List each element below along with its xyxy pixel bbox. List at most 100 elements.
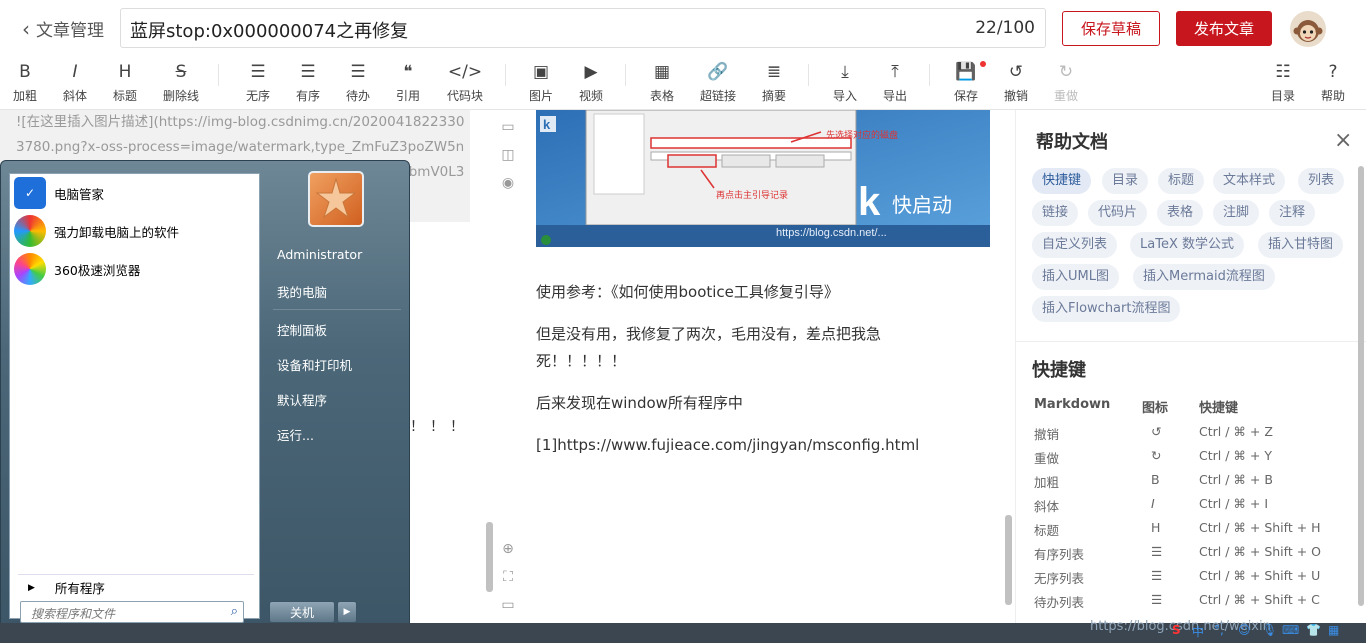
italic-button[interactable]: I 斜体 bbox=[50, 61, 100, 104]
toc-button[interactable]: ☷ 目录 bbox=[1258, 61, 1308, 104]
start-link-devices[interactable]: 设备和打印机 bbox=[277, 355, 352, 374]
help-button[interactable]: ? 帮助 bbox=[1308, 61, 1358, 104]
link-button[interactable]: 🔗 超链接 bbox=[693, 61, 743, 104]
header: ‹ 文章管理 蓝屏stop:0x000000074之再修复 22/100 保存草… bbox=[0, 0, 1366, 56]
todo-list-button[interactable]: ☰ 待办 bbox=[333, 61, 383, 104]
video-icon: ▶ bbox=[584, 62, 598, 82]
punctuation-icon[interactable]: °, bbox=[1214, 623, 1224, 637]
help-tag[interactable]: 标题 bbox=[1158, 168, 1205, 194]
close-icon[interactable]: × bbox=[1334, 128, 1352, 153]
present-icon[interactable]: ▭ bbox=[499, 596, 517, 614]
fullscreen-icon[interactable]: ⛶ bbox=[499, 568, 517, 586]
program-item[interactable]: ✓ 电脑管家 bbox=[14, 176, 104, 210]
unordered-list-button[interactable]: ☰ 无序 bbox=[233, 61, 283, 104]
sogou-ime-icon[interactable]: S bbox=[1172, 623, 1181, 637]
back-button[interactable]: ‹ 文章管理 bbox=[22, 16, 104, 42]
todo-list-icon: ☰ bbox=[350, 62, 366, 82]
start-link-computer[interactable]: 我的电脑 bbox=[277, 282, 327, 301]
link-icon: 🔗 bbox=[707, 62, 729, 82]
help-tag[interactable]: 链接 bbox=[1032, 200, 1079, 226]
export-button[interactable]: ⤒ 导出 bbox=[870, 61, 920, 104]
markdown-text-tail: ！！！ bbox=[410, 419, 470, 435]
toolbar-divider bbox=[625, 64, 626, 86]
edit-only-icon[interactable]: ▭ bbox=[499, 118, 517, 136]
code-block-button[interactable]: </> 代码块 bbox=[440, 61, 490, 104]
help-tag[interactable]: 快捷键 bbox=[1032, 168, 1092, 194]
column-header: 快捷键 bbox=[1199, 401, 1239, 416]
redo-button[interactable]: ↻ 重做 bbox=[1041, 61, 1091, 104]
import-button[interactable]: ⤓ 导入 bbox=[820, 61, 870, 104]
search-icon[interactable]: ⌕ bbox=[231, 604, 238, 619]
heading-button[interactable]: H 标题 bbox=[100, 61, 150, 104]
strikethrough-button[interactable]: S 删除线 bbox=[156, 61, 206, 104]
editor-scrollbar[interactable] bbox=[486, 522, 493, 592]
image-button[interactable]: ▣ 图片 bbox=[516, 61, 566, 104]
svg-text:k: k bbox=[858, 180, 881, 224]
start-menu: ✓ 电脑管家 强力卸载电脑上的软件 360极速浏览器 ▶ 所有程序 搜索程序和文… bbox=[0, 160, 410, 643]
emoji-icon[interactable]: ☺ bbox=[1238, 623, 1251, 637]
strikethrough-icon: S bbox=[175, 62, 187, 82]
tools-icon[interactable]: ▦ bbox=[1328, 623, 1339, 637]
summary-button[interactable]: ≣ 摘要 bbox=[749, 61, 799, 104]
help-tag[interactable]: 注脚 bbox=[1213, 200, 1260, 226]
save-button[interactable]: 💾 保存 bbox=[941, 61, 991, 104]
shortcut-row: 撤销 ↺ Ctrl / ⌘ + Z bbox=[1034, 424, 1273, 442]
help-tag[interactable]: 插入UML图 bbox=[1032, 264, 1119, 290]
microphone-icon[interactable]: 🎙 bbox=[1262, 623, 1277, 637]
image-icon: ▣ bbox=[532, 62, 550, 82]
help-tag[interactable]: 代码片 bbox=[1088, 200, 1148, 226]
ordered-list-button[interactable]: ☰ 有序 bbox=[283, 61, 333, 104]
help-tag[interactable]: 插入Flowchart流程图 bbox=[1032, 296, 1181, 322]
help-panel: 帮助文档 × 快捷键 目录 标题 文本样式 列表 链接 代码片 表格 注脚 注释… bbox=[1015, 110, 1366, 623]
program-item[interactable]: 强力卸载电脑上的软件 bbox=[14, 214, 179, 248]
help-tag[interactable]: 文本样式 bbox=[1213, 168, 1286, 194]
title-input[interactable]: 蓝屏stop:0x000000074之再修复 bbox=[130, 17, 408, 43]
title-field[interactable]: 蓝屏stop:0x000000074之再修复 22/100 bbox=[120, 8, 1046, 48]
locate-icon[interactable]: ⊕ bbox=[499, 540, 517, 558]
unordered-list-icon: ☰ bbox=[250, 62, 266, 82]
keyboard-icon[interactable]: ⌨ bbox=[1282, 623, 1299, 637]
help-tag[interactable]: 表格 bbox=[1157, 200, 1204, 226]
start-search-input[interactable]: 搜索程序和文件 ⌕ bbox=[20, 601, 244, 623]
save-draft-button[interactable]: 保存草稿 bbox=[1062, 11, 1160, 46]
help-tag[interactable]: LaTeX 数学公式 bbox=[1130, 232, 1244, 258]
preview-scrollbar[interactable] bbox=[1005, 515, 1012, 605]
skin-icon[interactable]: 👕 bbox=[1306, 623, 1321, 637]
start-divider bbox=[273, 309, 401, 310]
user-name[interactable]: Administrator bbox=[277, 247, 362, 262]
help-tag[interactable]: 注释 bbox=[1269, 200, 1316, 226]
help-title: 帮助文档 bbox=[1036, 132, 1108, 153]
pc-manager-icon: ✓ bbox=[14, 177, 46, 209]
svg-text:再点击主引导记录: 再点击主引导记录 bbox=[716, 189, 788, 201]
avatar[interactable] bbox=[1290, 11, 1326, 47]
table-button[interactable]: ▦ 表格 bbox=[637, 61, 687, 104]
help-tag[interactable]: 目录 bbox=[1102, 168, 1149, 194]
shutdown-button[interactable]: 关机 bbox=[269, 601, 335, 623]
publish-button[interactable]: 发布文章 bbox=[1176, 11, 1272, 46]
video-button[interactable]: ▶ 视频 bbox=[566, 61, 616, 104]
italic-icon: I bbox=[72, 62, 78, 82]
code-icon: </> bbox=[447, 62, 483, 82]
ime-mode[interactable]: 中 bbox=[1192, 623, 1204, 640]
split-view-icon[interactable]: ◫ bbox=[499, 146, 517, 164]
help-divider bbox=[1016, 341, 1366, 342]
program-item[interactable]: 360极速浏览器 bbox=[14, 252, 140, 286]
help-tag[interactable]: 列表 bbox=[1298, 168, 1345, 194]
help-tag[interactable]: 插入甘特图 bbox=[1258, 232, 1344, 258]
quote-button[interactable]: ❝ 引用 bbox=[383, 61, 433, 104]
undo-button[interactable]: ↺ 撤销 bbox=[991, 61, 1041, 104]
shutdown-options-button[interactable]: ▶ bbox=[337, 601, 357, 623]
start-link-default-programs[interactable]: 默认程序 bbox=[277, 390, 327, 409]
all-programs[interactable]: ▶ 所有程序 bbox=[18, 574, 254, 600]
start-link-control-panel[interactable]: 控制面板 bbox=[277, 320, 327, 339]
help-scrollbar[interactable] bbox=[1358, 166, 1364, 606]
help-tag[interactable]: 自定义列表 bbox=[1032, 232, 1118, 258]
bold-button[interactable]: B 加粗 bbox=[0, 61, 50, 104]
preview-pane: k 先选择对应的磁盘 再点击主引导记录 k 快启动 https://blog.c… bbox=[523, 110, 1015, 623]
preview-eye-icon[interactable]: ◉ bbox=[499, 174, 517, 192]
start-link-run[interactable]: 运行... bbox=[277, 425, 314, 444]
help-tag[interactable]: 插入Mermaid流程图 bbox=[1133, 264, 1275, 290]
shortcut-row: 无序列表 ☰ Ctrl / ⌘ + Shift + U bbox=[1034, 568, 1321, 586]
user-picture[interactable] bbox=[308, 171, 364, 227]
toolbar-divider bbox=[808, 64, 809, 86]
